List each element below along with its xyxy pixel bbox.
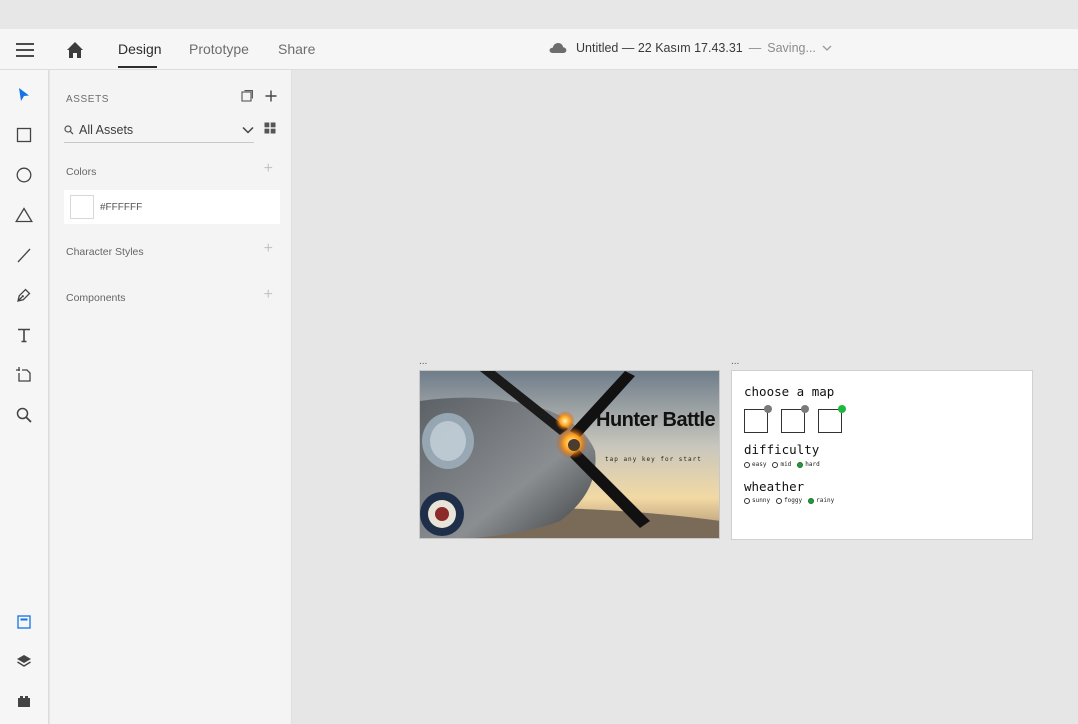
weather-option-sunny[interactable]: sunny [744, 497, 770, 504]
add-character-style-icon[interactable]: + [264, 241, 273, 257]
difficulty-options: easy mid hard [744, 461, 826, 468]
color-swatch-row[interactable]: #FFFFFF [64, 190, 280, 224]
map-option-2[interactable] [781, 405, 809, 433]
radio-icon [744, 497, 750, 504]
top-bar: Design Prototype Share Untitled — 22 Kas… [0, 29, 1078, 70]
tools-toolbar [0, 70, 49, 724]
search-icon [64, 125, 74, 135]
radio-icon [744, 461, 750, 468]
add-component-icon[interactable]: + [264, 287, 273, 303]
colors-section-title: Colors [66, 166, 97, 178]
active-tab-indicator [118, 66, 157, 68]
ellipse-icon[interactable] [13, 164, 35, 186]
radio-icon [808, 497, 815, 504]
assets-actions [241, 90, 277, 102]
radio-icon [776, 497, 783, 504]
document-title: Untitled — 22 Kasım 17.43.31 [576, 41, 743, 55]
radio-icon [797, 461, 804, 468]
weather-option-foggy[interactable]: foggy [776, 497, 802, 504]
weather-option-rainy[interactable]: rainy [808, 497, 834, 504]
tab-prototype[interactable]: Prototype [189, 41, 249, 57]
map-option-1[interactable] [744, 405, 772, 433]
option-label: foggy [784, 497, 803, 504]
map-option-3[interactable] [818, 405, 846, 433]
difficulty-option-mid[interactable]: mid [772, 461, 791, 468]
text-icon[interactable] [13, 324, 35, 346]
artboard-label[interactable]: ... [419, 357, 427, 367]
choose-map-heading: choose a map [744, 384, 835, 399]
option-label: rainy [816, 497, 835, 504]
difficulty-option-easy[interactable]: easy [744, 461, 766, 468]
option-label: hard [805, 461, 820, 468]
difficulty-heading: difficulty [744, 442, 820, 457]
line-icon[interactable] [13, 244, 35, 266]
zoom-icon[interactable] [13, 404, 35, 426]
chevron-down-icon [242, 126, 254, 134]
title-separator: — [748, 41, 762, 55]
rectangle-icon[interactable] [13, 124, 35, 146]
plugins-icon[interactable] [13, 690, 35, 712]
assets-filter-dropdown[interactable]: All Assets [64, 118, 254, 143]
assets-icon[interactable] [13, 611, 35, 633]
character-styles-section-title: Character Styles [66, 246, 144, 258]
option-label: sunny [752, 497, 771, 504]
color-hex-label: #FFFFFF [100, 201, 143, 213]
color-swatch [70, 195, 94, 219]
map-select-indicator [801, 405, 809, 413]
weather-options: sunny foggy rainy [744, 497, 840, 504]
radio-icon [772, 461, 779, 468]
add-color-icon[interactable]: + [264, 161, 273, 177]
select-icon[interactable] [13, 84, 35, 106]
artboard-settings[interactable]: choose a map difficulty easy mid hard wh… [731, 370, 1033, 540]
triangle-icon[interactable] [13, 204, 35, 226]
tab-design[interactable]: Design [118, 41, 162, 57]
home-icon[interactable] [64, 39, 86, 61]
assets-panel: ASSETS All Assets Colors + #FFFFFF Chara… [50, 70, 292, 724]
open-library-icon[interactable] [241, 90, 253, 102]
window-titlebar [0, 0, 1078, 29]
weather-heading: wheather [744, 479, 805, 494]
tab-share[interactable]: Share [278, 41, 315, 57]
layers-icon[interactable] [13, 650, 35, 672]
assets-filter-label: All Assets [79, 123, 134, 137]
components-section-title: Components [66, 292, 126, 304]
game-title: Hunter Battle [596, 409, 716, 431]
artboard-icon[interactable] [13, 364, 35, 386]
grid-view-icon[interactable] [264, 122, 276, 134]
artboard-hunter-battle[interactable]: Hunter Battle tap any key for start [419, 370, 720, 539]
airplane-image [420, 371, 719, 538]
map-select-indicator [764, 405, 772, 413]
document-title-menu[interactable]: Untitled — 22 Kasım 17.43.31 — Saving... [549, 41, 832, 55]
assets-title: ASSETS [66, 94, 110, 105]
option-label: mid [780, 461, 792, 468]
cloud-icon [549, 43, 567, 53]
difficulty-option-hard[interactable]: hard [797, 461, 820, 468]
artboard-label[interactable]: ... [731, 357, 739, 367]
pen-icon[interactable] [13, 284, 35, 306]
hamburger-menu-icon[interactable] [14, 41, 36, 59]
map-select-indicator [838, 405, 846, 413]
add-icon[interactable] [265, 90, 277, 102]
game-start-hint: tap any key for start [605, 456, 702, 463]
chevron-down-icon [822, 45, 832, 51]
option-label: easy [752, 461, 767, 468]
save-status: Saving... [767, 41, 816, 55]
